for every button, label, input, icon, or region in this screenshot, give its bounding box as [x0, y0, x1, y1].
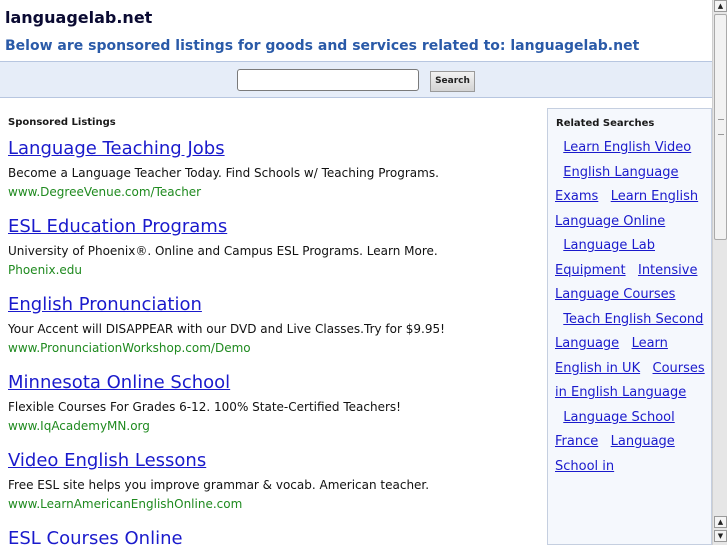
scroll-down-button[interactable]: ▼	[714, 530, 727, 542]
listing-url-link[interactable]: www.PronunciationWorkshop.com/Demo	[8, 341, 251, 355]
scroll-up-button[interactable]: ▲	[714, 0, 727, 12]
scrollbar-grip-icon	[718, 119, 724, 135]
search-input[interactable]	[237, 69, 419, 91]
related-searches-panel: Related Searches Learn English Video Eng…	[547, 108, 712, 545]
sponsored-listings: Sponsored Listings Language Teaching Job…	[0, 98, 540, 545]
scroll-up-button-lower[interactable]: ▲	[714, 516, 727, 528]
vertical-scrollbar[interactable]: ▲ ▲ ▼	[712, 0, 727, 545]
arrow-down-icon: ▼	[717, 532, 724, 540]
scrollbar-thumb[interactable]	[714, 14, 727, 240]
listing-title-link[interactable]: ESL Education Programs	[8, 216, 227, 237]
listings-heading: Sponsored Listings	[8, 117, 116, 128]
listing-description: Your Accent will DISAPPEAR with our DVD …	[8, 322, 445, 336]
related-search-link[interactable]: Teach English Second Language	[555, 312, 703, 352]
page-header: languagelab.net Below are sponsored list…	[0, 0, 712, 61]
domain-title: languagelab.net	[5, 8, 153, 27]
related-searches-heading: Related Searches	[556, 118, 655, 129]
search-button[interactable]: Search	[430, 71, 475, 92]
listing-url-link[interactable]: www.DegreeVenue.com/Teacher	[8, 185, 201, 199]
page-subtitle: Below are sponsored listings for goods a…	[5, 38, 640, 54]
listing-title-link[interactable]: Language Teaching Jobs	[8, 138, 225, 159]
related-searches-list: Learn English Video English Language Exa…	[555, 136, 707, 479]
arrow-up-icon: ▲	[717, 2, 724, 10]
listing-url-link[interactable]: www.LearnAmericanEnglishOnline.com	[8, 497, 242, 511]
listing-title-link[interactable]: Minnesota Online School	[8, 372, 230, 393]
listing-title-link[interactable]: Video English Lessons	[8, 450, 206, 471]
search-bar: Search	[0, 61, 712, 98]
listing-description: Become a Language Teacher Today. Find Sc…	[8, 166, 439, 180]
listing-description: Free ESL site helps you improve grammar …	[8, 478, 430, 492]
listing-title-link[interactable]: English Pronunciation	[8, 294, 202, 315]
listing-description: Flexible Courses For Grades 6-12. 100% S…	[8, 400, 401, 414]
listing-url-link[interactable]: Phoenix.edu	[8, 263, 82, 277]
arrow-up-icon: ▲	[717, 518, 724, 526]
listing-title-link[interactable]: ESL Courses Online	[8, 528, 183, 545]
listing-url-link[interactable]: www.IqAcademyMN.org	[8, 419, 150, 433]
listing-description: University of Phoenix®. Online and Campu…	[8, 244, 438, 258]
related-search-link[interactable]: Learn English Video	[563, 140, 691, 155]
